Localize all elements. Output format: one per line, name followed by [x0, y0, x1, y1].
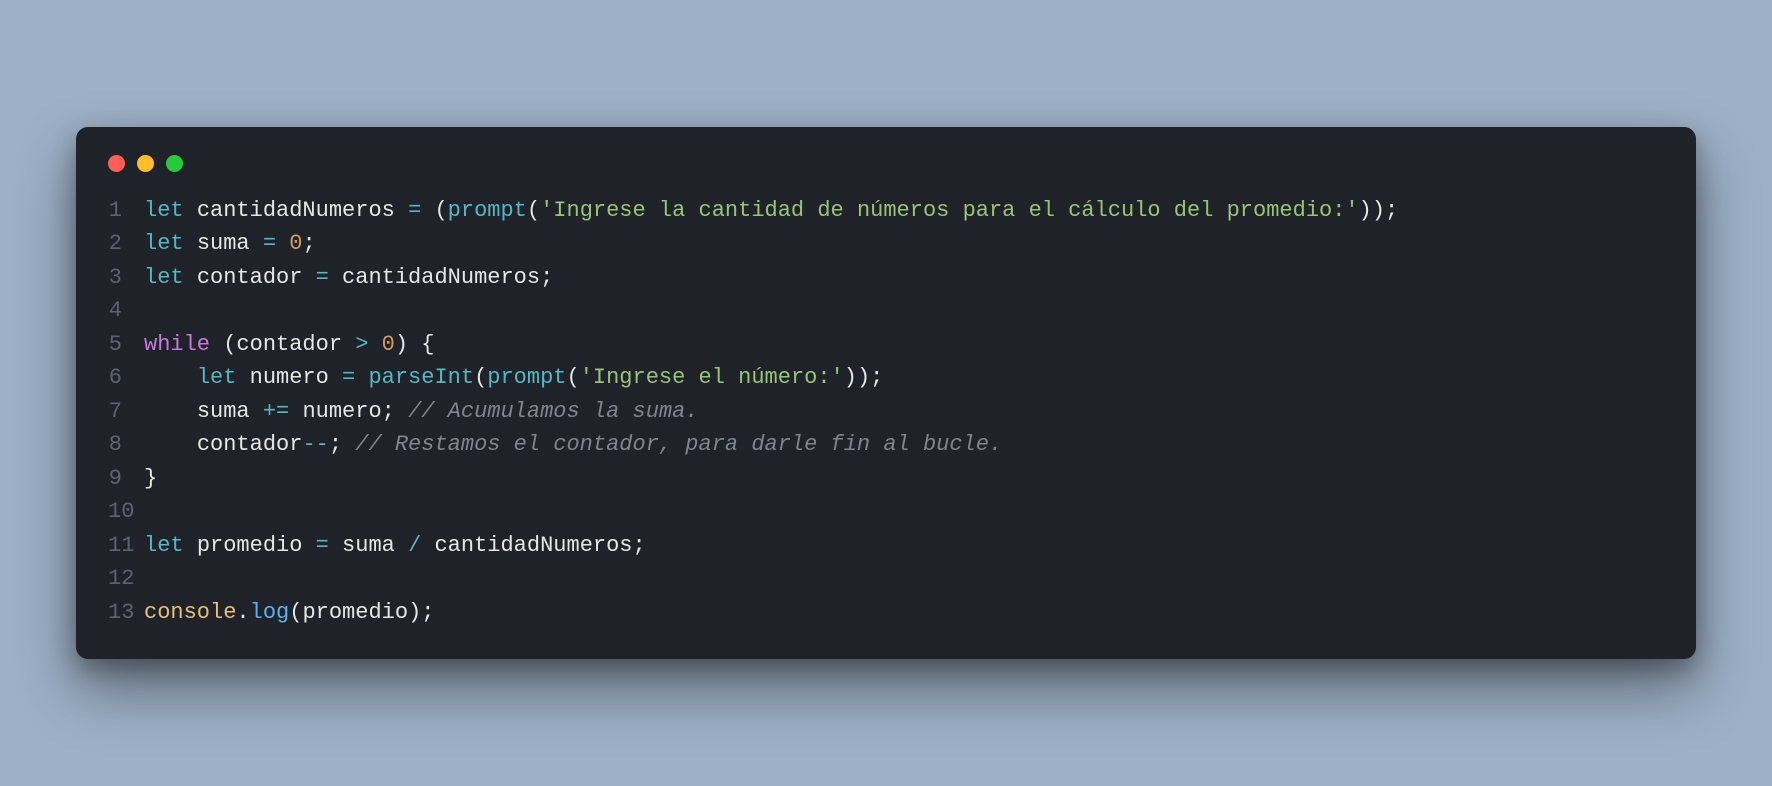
- code-line: 12: [108, 562, 1664, 596]
- window-controls: [108, 155, 1664, 172]
- line-content: let suma = 0;: [144, 227, 316, 261]
- code-line: 3let contador = cantidadNumeros;: [108, 261, 1664, 295]
- line-content: while (contador > 0) {: [144, 328, 434, 362]
- code-line: 13console.log(promedio);: [108, 596, 1664, 630]
- code-line: 5while (contador > 0) {: [108, 328, 1664, 362]
- line-number: 10: [108, 495, 144, 529]
- code-line: 9}: [108, 462, 1664, 496]
- code-window: 1let cantidadNumeros = (prompt('Ingrese …: [76, 127, 1696, 660]
- line-number: 8: [108, 428, 144, 462]
- code-line: 7 suma += numero; // Acumulamos la suma.: [108, 395, 1664, 429]
- line-number: 12: [108, 562, 144, 596]
- code-line: 6 let numero = parseInt(prompt('Ingrese …: [108, 361, 1664, 395]
- code-line: 8 contador--; // Restamos el contador, p…: [108, 428, 1664, 462]
- line-number: 11: [108, 529, 144, 563]
- line-content: let numero = parseInt(prompt('Ingrese el…: [144, 361, 883, 395]
- line-number: 3: [108, 261, 144, 295]
- line-content: [144, 294, 157, 328]
- line-content: suma += numero; // Acumulamos la suma.: [144, 395, 699, 429]
- line-number: 7: [108, 395, 144, 429]
- code-line: 4: [108, 294, 1664, 328]
- line-number: 4: [108, 294, 144, 328]
- line-content: [144, 562, 157, 596]
- line-number: 5: [108, 328, 144, 362]
- maximize-icon[interactable]: [166, 155, 183, 172]
- line-number: 6: [108, 361, 144, 395]
- code-editor[interactable]: 1let cantidadNumeros = (prompt('Ingrese …: [108, 194, 1664, 630]
- line-content: let cantidadNumeros = (prompt('Ingrese l…: [144, 194, 1398, 228]
- close-icon[interactable]: [108, 155, 125, 172]
- line-number: 9: [108, 462, 144, 496]
- line-content: contador--; // Restamos el contador, par…: [144, 428, 1002, 462]
- code-line: 2let suma = 0;: [108, 227, 1664, 261]
- line-content: let promedio = suma / cantidadNumeros;: [144, 529, 646, 563]
- line-number: 13: [108, 596, 144, 630]
- line-number: 1: [108, 194, 144, 228]
- minimize-icon[interactable]: [137, 155, 154, 172]
- code-line: 1let cantidadNumeros = (prompt('Ingrese …: [108, 194, 1664, 228]
- line-content: let contador = cantidadNumeros;: [144, 261, 553, 295]
- code-line: 11let promedio = suma / cantidadNumeros;: [108, 529, 1664, 563]
- line-content: console.log(promedio);: [144, 596, 434, 630]
- line-content: }: [144, 462, 157, 496]
- line-number: 2: [108, 227, 144, 261]
- line-content: [144, 495, 157, 529]
- code-line: 10: [108, 495, 1664, 529]
